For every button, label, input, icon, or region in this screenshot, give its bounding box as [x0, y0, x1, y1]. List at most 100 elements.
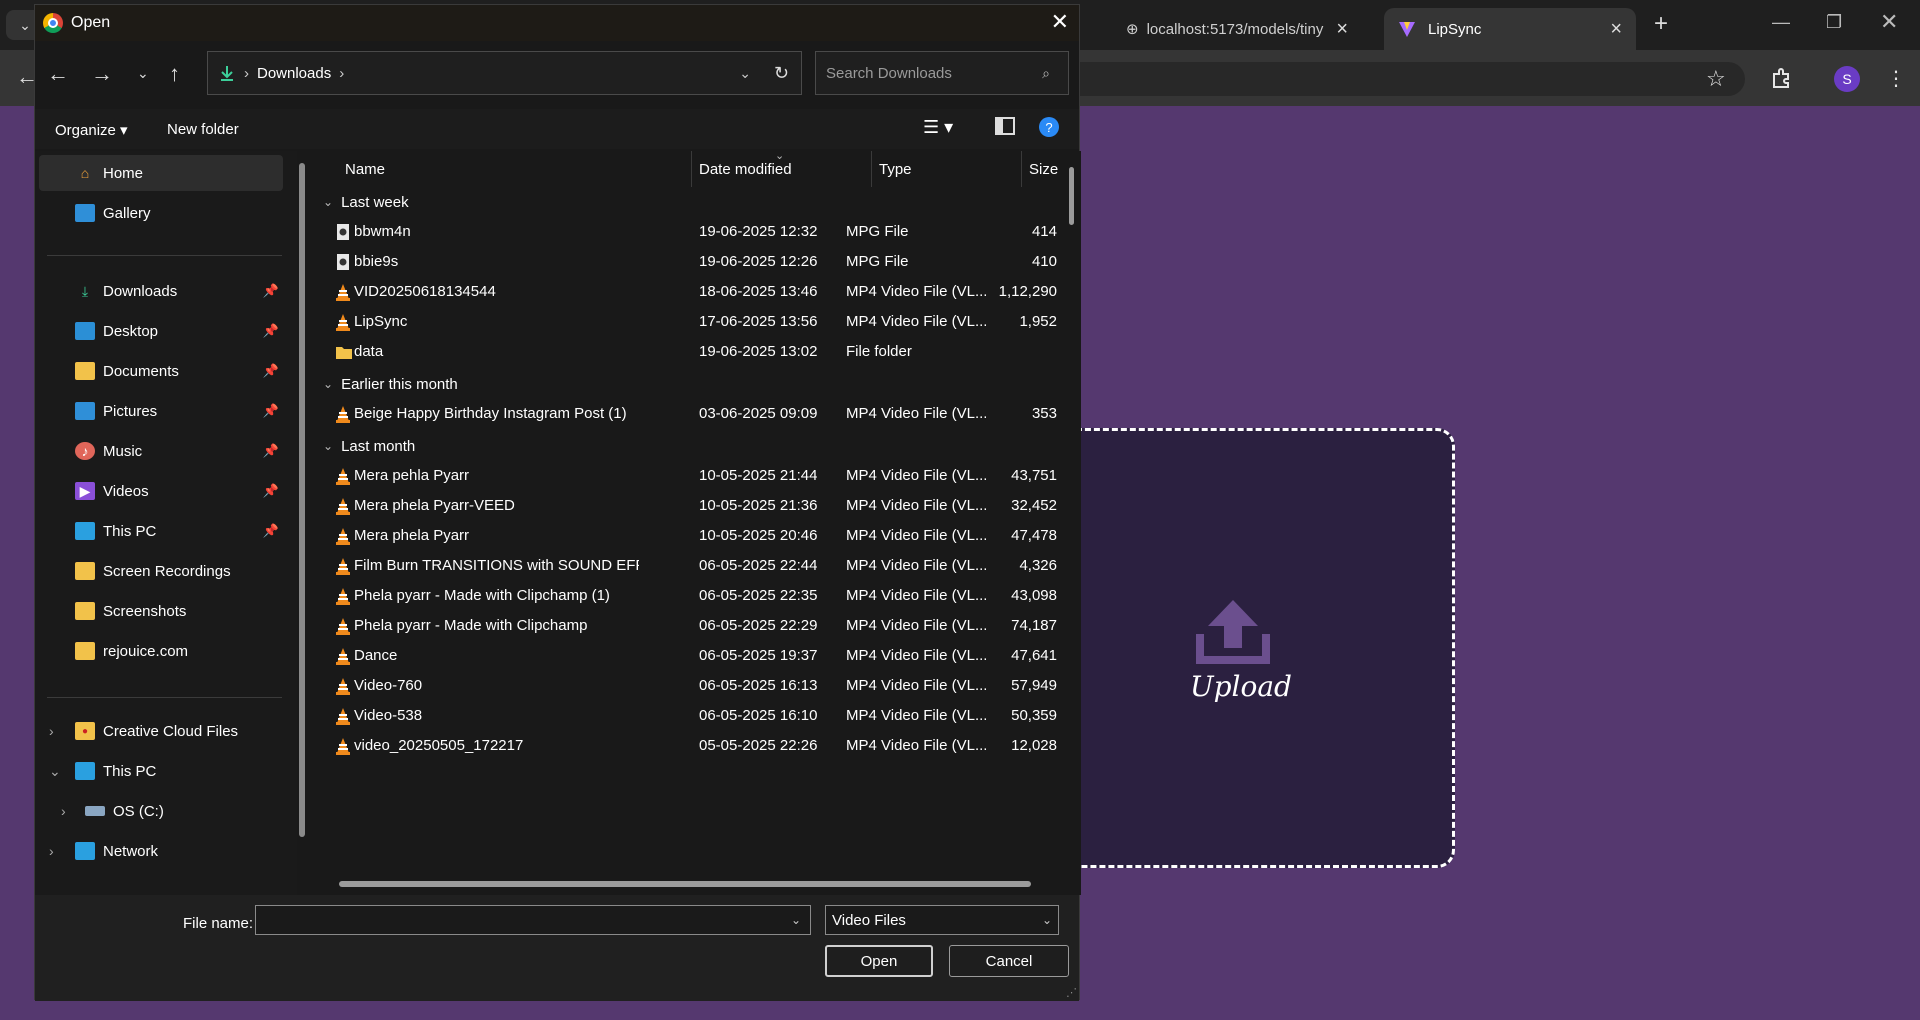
tab-close-icon[interactable]: ×: [1610, 18, 1622, 41]
omnibox[interactable]: [1070, 62, 1745, 96]
chevron-down-icon[interactable]: ⌄: [49, 763, 61, 780]
file-list-vertical-scrollbar[interactable]: [1069, 167, 1074, 225]
column-divider[interactable]: [1021, 151, 1022, 187]
column-header-size[interactable]: Size: [1029, 161, 1058, 178]
pin-icon[interactable]: 📌: [263, 363, 279, 379]
sidebar-item-network[interactable]: › Network: [35, 833, 283, 869]
bookmark-star-icon[interactable]: ☆: [1706, 66, 1726, 92]
help-icon[interactable]: ?: [1039, 117, 1059, 137]
tab-close-icon[interactable]: ×: [1336, 18, 1348, 41]
sidebar-item-os-c[interactable]: › OS (C:): [35, 793, 283, 829]
view-options-icon[interactable]: ☰ ▾: [923, 117, 953, 138]
file-row[interactable]: VID20250618134544 18-06-2025 13:46 MP4 Vid…: [313, 277, 1081, 307]
chevron-right-icon[interactable]: ›: [61, 803, 66, 819]
group-header[interactable]: ⌄ Last month: [323, 431, 415, 461]
recent-locations-icon[interactable]: ⌄: [137, 65, 149, 82]
resize-grip-icon[interactable]: ⋰: [1066, 986, 1077, 999]
chevron-right-icon[interactable]: ›: [49, 843, 54, 859]
column-divider[interactable]: [691, 151, 692, 187]
sidebar-item-screenshots[interactable]: Screenshots: [35, 593, 283, 629]
sidebar-item-this-pc-tree[interactable]: ⌄ This PC: [35, 753, 283, 789]
extensions-icon[interactable]: [1770, 66, 1794, 90]
pin-icon[interactable]: 📌: [263, 323, 279, 339]
file-row[interactable]: Film Burn TRANSITIONS with SOUND EFF... 0…: [313, 551, 1081, 581]
file-list-horizontal-scrollbar[interactable]: [339, 881, 1031, 887]
file-size: 74,187: [1011, 617, 1057, 634]
sidebar-item-creative-cloud[interactable]: › ● Creative Cloud Files: [35, 713, 283, 749]
column-header-date[interactable]: Date modified: [699, 161, 792, 178]
nav-back-icon[interactable]: ←: [47, 61, 69, 87]
sidebar-item-this-pc[interactable]: This PC 📌: [35, 513, 283, 549]
sidebar-scrollbar[interactable]: [299, 163, 305, 837]
sidebar-item-documents[interactable]: Documents 📌: [35, 353, 283, 389]
file-row[interactable]: Mera phela Pyarr 10-05-2025 20:46 MP4 Vide…: [313, 521, 1081, 551]
file-size: 43,751: [1011, 467, 1057, 484]
column-divider[interactable]: [871, 151, 872, 187]
column-header-name[interactable]: Name: [345, 161, 385, 178]
browser-menu-icon[interactable]: ⋮: [1886, 66, 1906, 91]
refresh-icon[interactable]: ↻: [774, 63, 789, 84]
file-date: 17-06-2025 13:56: [699, 313, 818, 330]
minimize-icon[interactable]: —: [1772, 12, 1790, 33]
sidebar-item-gallery[interactable]: Gallery: [35, 195, 283, 231]
file-row[interactable]: bbie9s 19-06-2025 12:26 MPG File 410: [313, 247, 1081, 277]
file-row[interactable]: Video-538 06-05-2025 16:10 MP4 Video File …: [313, 701, 1081, 731]
group-header[interactable]: ⌄ Last week: [323, 187, 409, 217]
file-row[interactable]: Video-760 06-05-2025 16:13 MP4 Video File …: [313, 671, 1081, 701]
sidebar-item-screen-recordings[interactable]: Screen Recordings: [35, 553, 283, 589]
file-type-select[interactable]: Video Files ⌄: [825, 905, 1059, 935]
file-row[interactable]: bbwm4n 19-06-2025 12:32 MPG File 414: [313, 217, 1081, 247]
pin-icon[interactable]: 📌: [263, 443, 279, 459]
music-icon: ♪: [75, 442, 95, 460]
file-date: 06-05-2025 22:35: [699, 587, 818, 604]
avatar[interactable]: S: [1834, 66, 1860, 92]
dialog-close-icon[interactable]: ✕: [1051, 9, 1069, 35]
sidebar-item-videos[interactable]: ▶ Videos 📌: [35, 473, 283, 509]
file-row[interactable]: Phela pyarr - Made with Clipchamp 06-05-2…: [313, 611, 1081, 641]
browser-tab-lipsync[interactable]: LipSync ×: [1384, 8, 1636, 50]
new-tab-icon[interactable]: +: [1654, 10, 1668, 38]
search-input[interactable]: Search Downloads ⌕: [815, 51, 1069, 95]
file-name-input[interactable]: [255, 905, 811, 935]
organize-button[interactable]: Organize ▾: [55, 121, 128, 139]
new-folder-button[interactable]: New folder: [167, 121, 239, 138]
file-date: 18-06-2025 13:46: [699, 283, 818, 300]
nav-forward-icon[interactable]: →: [91, 61, 113, 87]
open-button[interactable]: Open: [825, 945, 933, 977]
chevron-right-icon[interactable]: ›: [49, 723, 54, 739]
address-dropdown-icon[interactable]: ⌄: [739, 65, 751, 82]
file-row[interactable]: Mera phela Pyarr-VEED 10-05-2025 21:36 MP4…: [313, 491, 1081, 521]
desktop-icon: [75, 322, 95, 340]
sidebar-item-desktop[interactable]: Desktop 📌: [35, 313, 283, 349]
browser-tab-localhost[interactable]: ⊕ localhost:5173/models/tiny ×: [1112, 8, 1362, 50]
file-row[interactable]: Phela pyarr - Made with Clipchamp (1) 06-…: [313, 581, 1081, 611]
column-header-type[interactable]: Type: [879, 161, 912, 178]
sidebar-item-downloads[interactable]: ⤓ Downloads 📌: [35, 273, 283, 309]
preview-pane-icon[interactable]: [995, 117, 1015, 135]
file-row[interactable]: data 19-06-2025 13:02 File folder: [313, 337, 1081, 367]
folder-icon: [75, 642, 95, 660]
file-name-dropdown-icon[interactable]: ⌄: [791, 913, 801, 927]
file-name: Video-760: [354, 677, 423, 694]
file-row[interactable]: LipSync 17-06-2025 13:56 MP4 Video File (V…: [313, 307, 1081, 337]
pin-icon[interactable]: 📌: [263, 403, 279, 419]
file-row[interactable]: video_20250505_172217 05-05-2025 22:26 MP4…: [313, 731, 1081, 761]
pin-icon[interactable]: 📌: [263, 523, 279, 539]
cancel-button[interactable]: Cancel: [949, 945, 1069, 977]
sidebar-item-music[interactable]: ♪ Music 📌: [35, 433, 283, 469]
nav-up-icon[interactable]: ↑: [169, 61, 180, 87]
breadcrumb-separator-icon[interactable]: ›: [339, 65, 344, 82]
file-row[interactable]: Dance 06-05-2025 19:37 MP4 Video File (VL.…: [313, 641, 1081, 671]
pin-icon[interactable]: 📌: [263, 483, 279, 499]
file-row[interactable]: Beige Happy Birthday Instagram Post (1) 0…: [313, 399, 1081, 429]
group-header[interactable]: ⌄ Earlier this month: [323, 369, 458, 399]
breadcrumb-downloads[interactable]: Downloads: [257, 65, 331, 82]
restore-icon[interactable]: ❐: [1826, 12, 1842, 33]
sidebar-item-home[interactable]: ⌂ Home: [39, 155, 283, 191]
file-row[interactable]: Mera pehla Pyarr 10-05-2025 21:44 MP4 Vide…: [313, 461, 1081, 491]
window-close-icon[interactable]: ✕: [1880, 9, 1898, 35]
sidebar-item-rejouice[interactable]: rejouice.com: [35, 633, 283, 669]
pin-icon[interactable]: 📌: [263, 283, 279, 299]
sidebar-item-pictures[interactable]: Pictures 📌: [35, 393, 283, 429]
address-bar[interactable]: › Downloads › ⌄ ↻: [207, 51, 802, 95]
